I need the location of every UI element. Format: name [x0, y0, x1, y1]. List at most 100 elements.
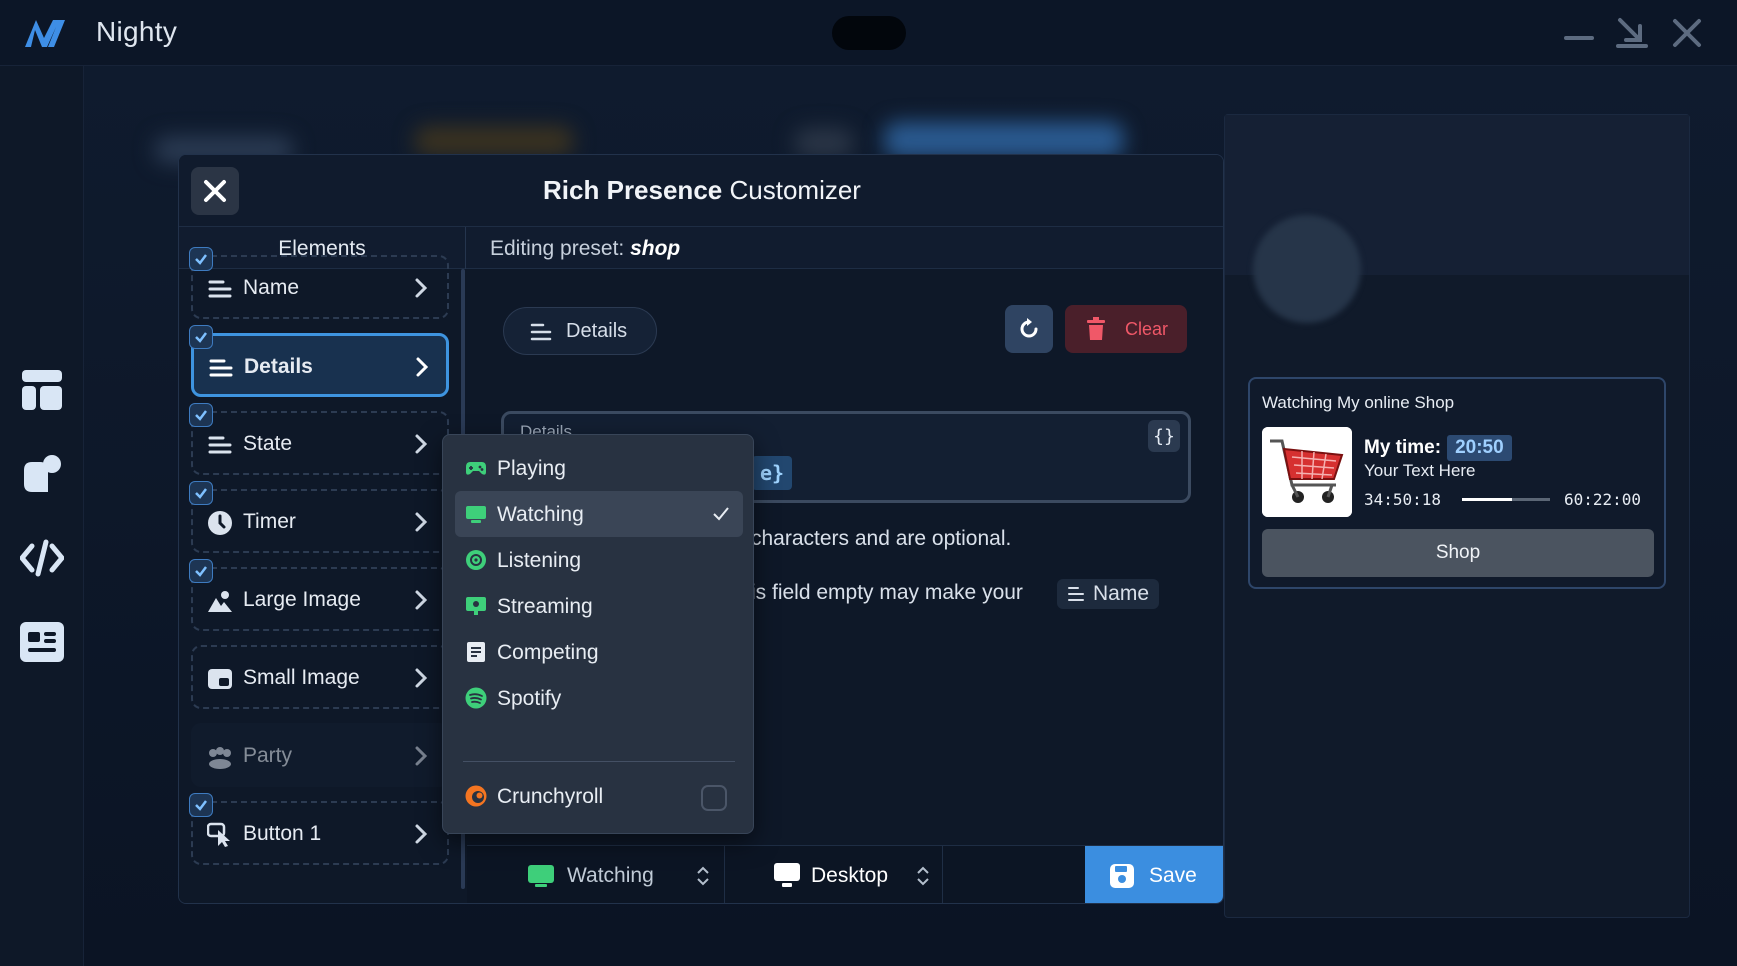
screen-icon: [466, 506, 486, 523]
save-label: Save: [1149, 864, 1197, 887]
small-image-icon: [208, 669, 232, 689]
menu-item-listening[interactable]: Listening: [455, 537, 743, 583]
app-title: Nighty: [96, 16, 178, 47]
broadcast-icon: [466, 597, 486, 615]
menu-item-label: Playing: [497, 457, 566, 480]
chevron-right-icon: [415, 512, 428, 532]
element-label: Details: [244, 355, 313, 378]
preview-time-badge: 20:50: [1447, 435, 1512, 461]
document-icon: [467, 642, 485, 662]
details-checkbox[interactable]: [189, 325, 213, 349]
preview-elapsed-time: 34:50:18: [1364, 490, 1442, 509]
menu-item-competing[interactable]: Competing: [455, 629, 743, 675]
menu-item-label: Spotify: [497, 687, 562, 710]
reset-button[interactable]: [1005, 305, 1053, 353]
collapse-icon[interactable]: [1616, 16, 1650, 50]
preview-activity-header: Watching My online Shop: [1262, 393, 1455, 412]
profile-card-icon[interactable]: [20, 620, 64, 664]
element-item-name[interactable]: Name: [191, 255, 449, 319]
image-icon: [208, 591, 232, 612]
chevron-right-icon: [415, 434, 428, 454]
button-1-checkbox[interactable]: [189, 793, 213, 817]
checkmark-icon: [713, 507, 729, 521]
menu-divider: [463, 761, 735, 762]
menu-item-crunchyroll[interactable]: Crunchyroll: [455, 773, 743, 819]
refresh-icon: [1020, 318, 1038, 338]
layout-icon[interactable]: [20, 368, 64, 412]
code-icon[interactable]: [20, 536, 64, 580]
rich-presence-preview-card: Watching My online Shop My time: 20:50 Yo…: [1248, 377, 1666, 589]
check-icon: [195, 800, 207, 811]
menu-item-spotify[interactable]: Spotify: [455, 675, 743, 721]
menu-item-label: Streaming: [497, 595, 593, 618]
lines-icon: [209, 359, 233, 377]
dialog-title-bold: Rich Presence: [543, 175, 723, 205]
pointer-icon: [207, 822, 230, 847]
title-bar: Nighty: [0, 0, 1737, 66]
large-image-checkbox[interactable]: [189, 559, 213, 583]
dialog-title: Rich Presence Customizer: [179, 175, 1223, 206]
name-checkbox[interactable]: [189, 247, 213, 271]
element-item-timer[interactable]: Timer: [191, 489, 449, 553]
shapes-icon[interactable]: [20, 452, 64, 496]
element-item-details[interactable]: Details: [191, 333, 449, 397]
lines-icon: [530, 323, 552, 341]
clear-label: Clear: [1125, 319, 1169, 339]
state-checkbox[interactable]: [189, 403, 213, 427]
preview-total-time: 60:22:00: [1564, 490, 1642, 509]
menu-item-watching[interactable]: Watching: [455, 491, 743, 537]
element-label: State: [243, 432, 293, 455]
menu-item-playing[interactable]: Playing: [455, 445, 743, 491]
preset-name: shop: [630, 237, 681, 260]
check-icon: [195, 254, 207, 265]
subheader-divider: [465, 227, 466, 269]
close-window-icon[interactable]: [1670, 16, 1704, 50]
timer-checkbox[interactable]: [189, 481, 213, 505]
title-pill[interactable]: [832, 16, 906, 50]
trash-icon: [1087, 317, 1105, 340]
element-label: Button 1: [243, 822, 322, 845]
left-rail: [0, 66, 84, 966]
up-down-icon: [697, 866, 709, 886]
chevron-right-icon: [415, 590, 428, 610]
platform-select[interactable]: Desktop: [725, 846, 943, 903]
nighty-logo-icon: [25, 20, 65, 47]
section-chip-label: Details: [566, 320, 628, 342]
element-item-state[interactable]: State: [191, 411, 449, 475]
screen-icon: [528, 865, 554, 887]
preview-details-label: My time:: [1364, 437, 1442, 458]
avatar: [1253, 215, 1361, 323]
element-item-small-image[interactable]: Small Image: [191, 645, 449, 709]
activity-type-select[interactable]: Watching: [467, 846, 725, 903]
menu-item-label: Watching: [497, 503, 584, 526]
element-item-party: Party: [191, 723, 449, 787]
preview-progress-fill: [1462, 498, 1513, 501]
dialog-header: Rich Presence Customizer: [179, 155, 1223, 227]
lines-icon: [1068, 587, 1084, 601]
menu-item-label: Crunchyroll: [497, 785, 604, 808]
clear-button[interactable]: Clear: [1065, 305, 1187, 353]
activity-type-menu: Playing Watching Listening Streaming Com…: [442, 434, 754, 834]
save-button[interactable]: Save: [1085, 846, 1223, 903]
dialog-title-light: Customizer: [729, 175, 861, 205]
shopping-cart-image: [1262, 427, 1352, 517]
variable-token: e}: [752, 456, 793, 490]
lines-icon: [208, 280, 232, 298]
crunchyroll-icon: [465, 785, 487, 807]
preview-shop-button[interactable]: Shop: [1262, 529, 1654, 577]
chevron-right-icon: [416, 357, 429, 377]
chevron-right-icon: [415, 278, 428, 298]
desktop-icon: [774, 863, 800, 887]
variables-button[interactable]: {}: [1148, 420, 1180, 452]
crunchyroll-checkbox[interactable]: [701, 785, 727, 811]
minimize-icon[interactable]: [1562, 16, 1596, 50]
element-item-button-1[interactable]: Button 1: [191, 801, 449, 865]
clock-icon: [208, 511, 232, 535]
lines-icon: [208, 436, 232, 454]
element-item-large-image[interactable]: Large Image: [191, 567, 449, 631]
preset-prefix: Editing preset:: [490, 237, 625, 260]
gamepad-icon: [466, 462, 486, 475]
activity-select-value: Watching: [567, 864, 654, 887]
help-text-line-1: characters and are optional.: [751, 527, 1012, 550]
menu-item-streaming[interactable]: Streaming: [455, 583, 743, 629]
